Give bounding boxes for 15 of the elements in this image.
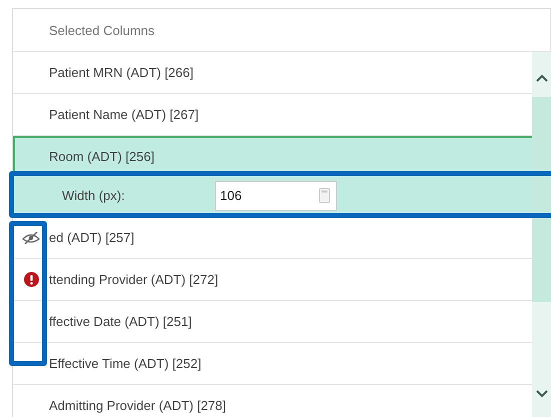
column-list-item[interactable]: ttending Provider (ADT) [272] [13,259,532,301]
column-list-item[interactable]: ffective Date (ADT) [251] [13,301,532,343]
column-header: Selected Columns [13,9,551,52]
column-list-item[interactable]: Room (ADT) [256] [13,136,532,174]
scrollbar[interactable] [532,52,551,417]
scroll-up-icon[interactable] [536,74,548,82]
width-label: Width (px): [62,188,126,203]
column-list-item[interactable]: Patient MRN (ADT) [266] [13,52,532,94]
error-icon [24,272,38,287]
hidden-eye-icon [22,232,40,244]
width-input[interactable]: 106 [215,180,337,210]
scrollbar-thumb[interactable] [532,97,551,302]
scroll-down-icon[interactable] [536,390,548,398]
column-list-item[interactable]: ed (ADT) [257] [13,217,532,259]
column-list-item[interactable]: Effective Time (ADT) [252] [13,343,532,385]
